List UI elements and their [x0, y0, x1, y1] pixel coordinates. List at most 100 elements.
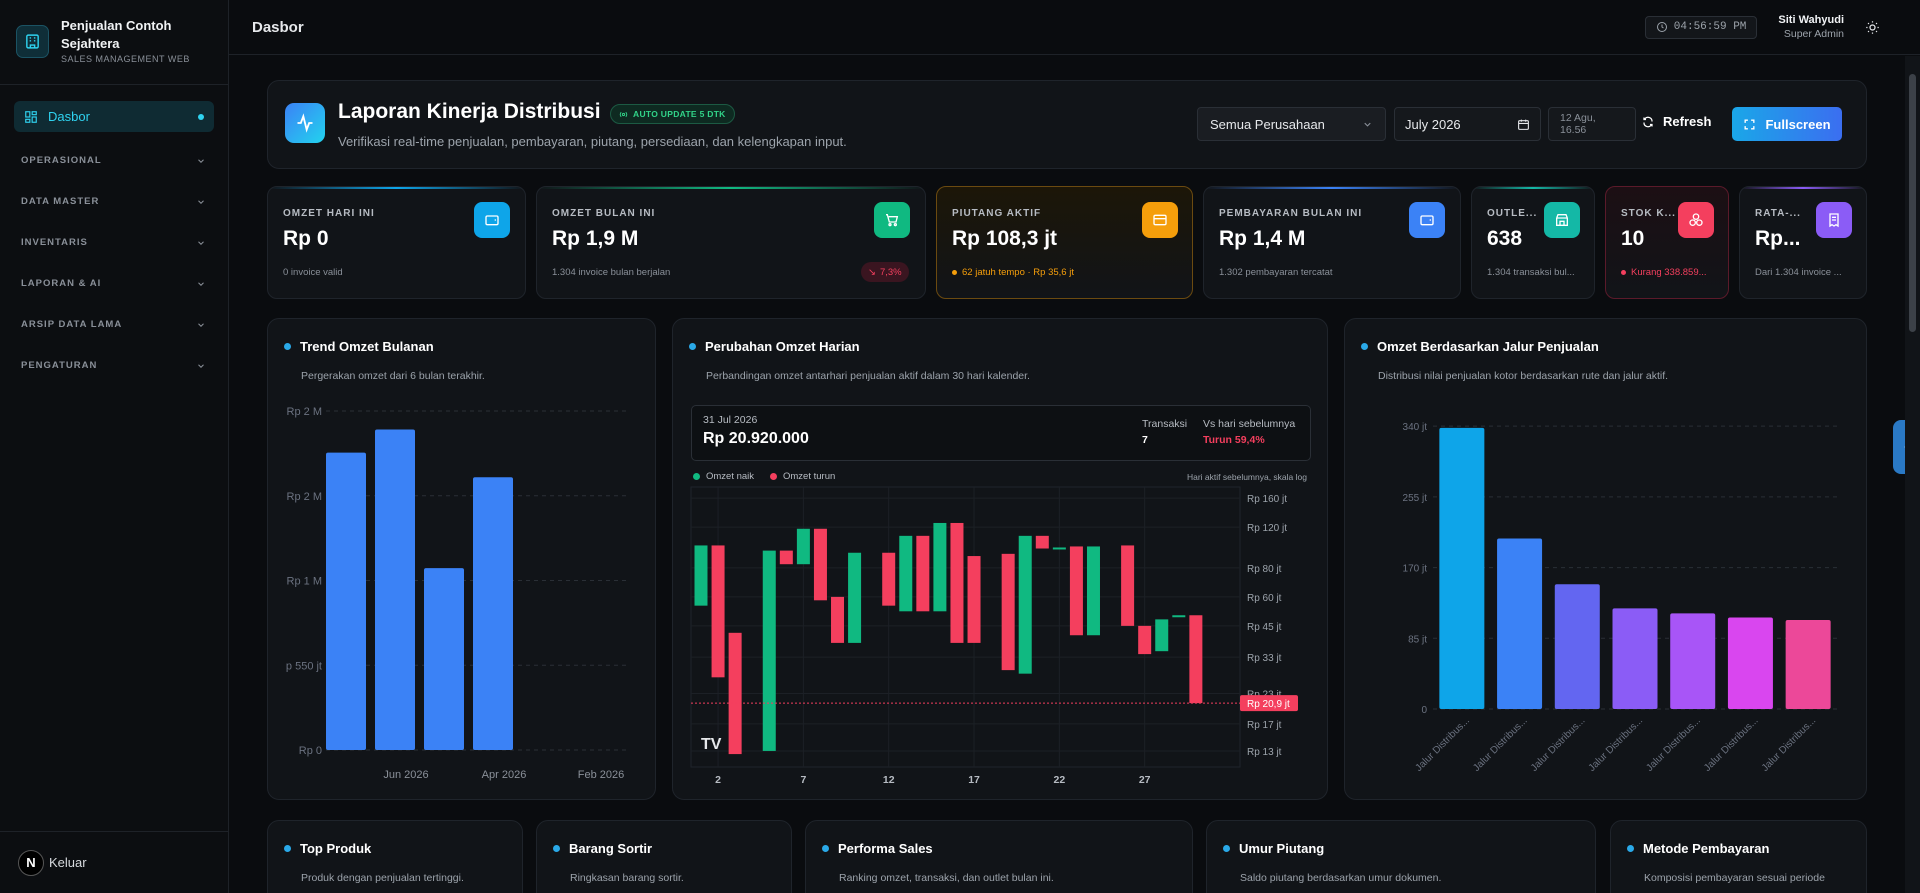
chevron-down-icon [198, 281, 204, 286]
candle [831, 596, 845, 643]
company-select-value: Semua Perusahaan [1210, 116, 1325, 132]
sidebar-nav: Dasbor OPERASIONAL DATA MASTER INVENTARI… [0, 85, 228, 402]
sidebar-item-dasbor[interactable]: Dasbor [14, 101, 214, 132]
kpi-label: OMZET HARI INI [283, 208, 375, 219]
fullscreen-button[interactable]: Fullscreen [1732, 107, 1842, 141]
candle [796, 528, 810, 565]
candle [1018, 535, 1032, 674]
kpi-pembayaran-bulan-ini: PEMBAYARAN BULAN INI Rp 1,4 M 1.302 pemb… [1203, 186, 1461, 299]
theme-toggle-icon[interactable] [1865, 20, 1880, 35]
kpi-accent-line [537, 187, 925, 189]
sidebar-section-data-master[interactable]: DATA MASTER [14, 181, 214, 222]
kpi-accent-line [1204, 187, 1460, 189]
panel-title: Top Produk [284, 841, 371, 856]
panel-subtitle: Saldo piutang berdasarkan umur dokumen. [1240, 872, 1442, 884]
kpi-accent-line [268, 187, 525, 189]
sidebar-section-inventaris[interactable]: INVENTARIS [14, 222, 214, 263]
panel-title-text: Umur Piutang [1239, 841, 1325, 856]
section-label: PENGATURAN [21, 360, 98, 371]
sidebar-section-operasional[interactable]: OPERASIONAL [14, 140, 214, 181]
y-tick-label: 170 jt [1403, 564, 1428, 575]
panel-subtitle: Produk dengan penjualan tertinggi. [301, 872, 464, 884]
metode-pembayaran-panel: Metode Pembayaran Komposisi pembayaran s… [1610, 820, 1867, 893]
candle [1086, 546, 1100, 636]
daily-candlestick-chart: Rp 160 jt Rp 120 jt Rp 80 jt Rp 60 jt Rp 45 … [690, 486, 1298, 786]
kpi-piutang-aktif: PIUTANG AKTIF Rp 108,3 jt 62 jatuh tempo… [936, 186, 1193, 299]
kpi-label: RATA-... [1755, 208, 1801, 219]
badge-label: AUTO UPDATE 5 DTK [633, 109, 726, 119]
main-content: Laporan Kinerja Distribusi AUTO UPDATE 5… [229, 56, 1905, 893]
kpi-value: Rp 1,4 M [1219, 227, 1306, 250]
candle [1172, 615, 1186, 618]
candle [1189, 615, 1203, 704]
candle [882, 552, 896, 606]
barang-sortir-panel: Barang Sortir Ringkasan barang sortir. [536, 820, 792, 893]
x-tick-label: Feb 2026 [578, 769, 624, 781]
kpi-sub-text: Kurang 338.859... [1631, 267, 1707, 278]
logout-label: Keluar [49, 855, 87, 870]
sidebar-section-arsip-data-lama[interactable]: ARSIP DATA LAMA [14, 304, 214, 345]
kpi-sub-text: 62 jatuh tempo · Rp 35,6 jt [962, 267, 1074, 278]
radio-icon [619, 111, 628, 117]
section-label: ARSIP DATA LAMA [21, 319, 123, 330]
candle [694, 545, 708, 606]
fullscreen-label: Fullscreen [1765, 116, 1831, 132]
panel-title: Barang Sortir [553, 841, 652, 856]
candle [762, 550, 776, 751]
kpi-label: STOK K... [1621, 208, 1676, 219]
chevron-down-icon [1364, 122, 1371, 127]
clock-icon [1656, 22, 1667, 32]
user-info[interactable]: Siti Wahyudi Super Admin [1778, 13, 1844, 41]
trend-bar-chart: Rp 0 p 550 jt Rp 1 M Rp 2 M Rp 2 M Jun 2026 Ap… [286, 406, 630, 781]
logout-button[interactable]: N Keluar [0, 831, 229, 893]
chevron-down-icon [198, 199, 204, 204]
panel-title: Performa Sales [822, 841, 933, 856]
candle [1155, 619, 1169, 652]
company-select[interactable]: Semua Perusahaan [1197, 107, 1386, 141]
kpi-label: OUTLE... [1487, 208, 1538, 219]
candle [1001, 553, 1015, 671]
candle [1035, 535, 1049, 549]
kpi-stok-kurang: STOK K... 10 Kurang 338.859... [1605, 186, 1729, 299]
sidebar-section-laporan-ai[interactable]: LAPORAN & AI [14, 263, 214, 304]
panel-subtitle: Komposisi pembayaran sesuai periode [1644, 872, 1825, 884]
y-tick-label: Rp 2 M [287, 406, 322, 418]
performa-sales-panel: Performa Sales Ranking omzet, transaksi,… [805, 820, 1193, 893]
candle [899, 535, 913, 612]
user-role: Super Admin [1783, 28, 1844, 40]
title-dot [822, 845, 829, 852]
bar [326, 452, 366, 750]
candle [933, 522, 947, 612]
scrollbar[interactable] [1905, 56, 1920, 893]
candle [1052, 547, 1066, 550]
kpi-sub: 1.302 pembayaran tercatat [1219, 267, 1333, 278]
kpi-sub: 0 invoice valid [283, 267, 343, 278]
panel-title-text: Barang Sortir [569, 841, 653, 856]
section-label: LAPORAN & AI [21, 278, 102, 289]
scrollbar-thumb[interactable] [1909, 74, 1916, 332]
y-tick-label: Rp 17 jt [1247, 720, 1282, 731]
candle [1121, 545, 1135, 626]
refresh-button[interactable]: Refresh [1642, 114, 1711, 129]
sidebar-section-pengaturan[interactable]: PENGATURAN [14, 345, 214, 386]
bar [1554, 584, 1600, 709]
chevron-down-icon [198, 240, 204, 245]
x-tick-label: 27 [1139, 774, 1151, 786]
kpi-accent-line [1740, 187, 1866, 189]
x-tick-label: Jalur Distribus... [1471, 715, 1529, 773]
candle [813, 528, 827, 601]
daily-omzet-panel: Perubahan Omzet Harian Perbandingan omze… [672, 318, 1328, 800]
calendar-icon[interactable] [1517, 118, 1530, 131]
candle [728, 632, 742, 755]
month-picker[interactable]: July 2026 [1394, 107, 1541, 141]
y-tick-label: Rp 2 M [287, 491, 322, 503]
bar [1785, 619, 1831, 709]
page-title: Dasbor [252, 18, 304, 36]
topbar: Dasbor 04:56:59 PM Siti Wahyudi Super Ad… [229, 0, 1920, 55]
last-price-label: Rp 20,9 jt [1247, 699, 1290, 710]
kpi-sub: 1.304 invoice bulan berjalan [552, 267, 671, 278]
bar [375, 429, 415, 750]
bar [1497, 538, 1543, 709]
bar [1439, 427, 1485, 709]
y-tick-label: 0 [1421, 705, 1427, 716]
